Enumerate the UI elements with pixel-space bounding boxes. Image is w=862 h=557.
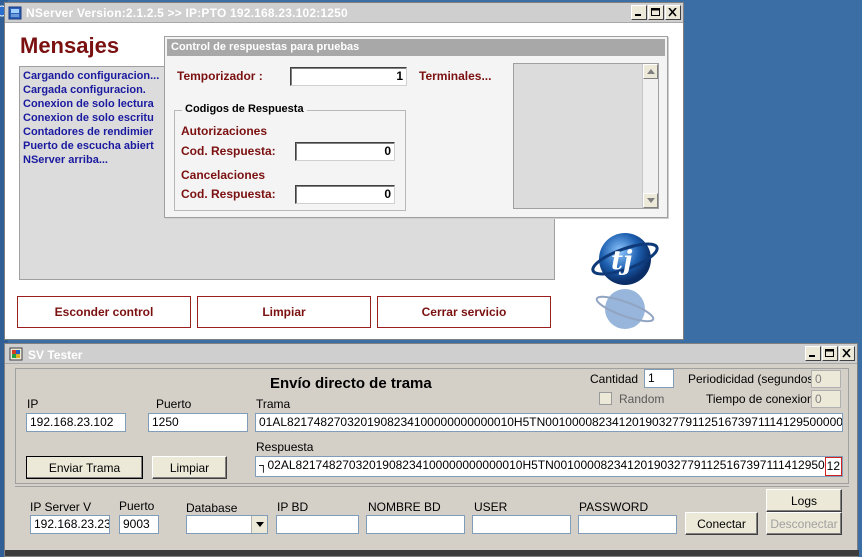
nombrebd-label: NOMBRE BD	[368, 500, 441, 514]
close-service-button[interactable]: Cerrar servicio	[377, 296, 551, 328]
cantidad-input[interactable]: 1	[644, 369, 674, 388]
close-icon	[668, 8, 677, 17]
close-icon	[842, 349, 851, 358]
minimize-icon	[635, 14, 641, 16]
arrow-up-icon	[647, 69, 655, 74]
port-label: Puerto	[156, 397, 192, 411]
ipserver-label: IP Server V	[30, 500, 92, 514]
random-checkbox[interactable]	[599, 392, 612, 405]
auth-code-label: Cod. Respuesta:	[181, 144, 276, 158]
arrow-down-icon	[647, 198, 655, 203]
minimize-button[interactable]	[631, 5, 647, 20]
periodicidad-label: Periodicidad (segundos)	[688, 372, 818, 386]
random-label: Random	[619, 392, 665, 406]
svg-text:tj: tj	[611, 246, 633, 276]
password-label: PASSWORD	[579, 500, 649, 514]
ipbd-input[interactable]	[276, 515, 359, 534]
close-button[interactable]	[665, 5, 681, 20]
send-frame-button[interactable]: Enviar Trama	[26, 456, 143, 479]
dropdown-button[interactable]	[251, 516, 267, 533]
cancellations-label: Cancelaciones	[181, 168, 266, 182]
timer-label: Temporizador :	[177, 69, 263, 83]
terminals-link[interactable]: Terminales...	[419, 69, 491, 83]
list-item: Cargada configuracion.	[23, 84, 146, 96]
sv-tester-titlebar[interactable]: SV Tester	[5, 344, 857, 364]
respuesta-label: Respuesta	[256, 440, 314, 454]
list-item: Contadores de rendimier	[23, 126, 154, 138]
chevron-down-icon	[256, 522, 264, 527]
cancel-code-input[interactable]: 0	[295, 185, 395, 204]
clear-frame-button[interactable]: Limpiar	[152, 456, 227, 479]
logs-button[interactable]: Logs	[766, 489, 842, 512]
ipserver-input[interactable]: 192.168.23.23	[30, 515, 110, 534]
list-item: Puerto de escucha abiert	[23, 140, 154, 152]
respuesta-text: ┐02AL8217482703201908234100000000000010H…	[259, 458, 843, 472]
hide-control-button[interactable]: Esconder control	[17, 296, 191, 328]
password-input[interactable]	[578, 515, 677, 534]
section-title: Envío directo de trama	[270, 375, 432, 392]
messages-heading: Mensajes	[20, 33, 120, 58]
respuesta-tail: 12	[824, 457, 842, 476]
list-item: NServer arriba...	[23, 154, 108, 166]
taskbar-edge	[5, 550, 859, 556]
nserver-titlebar[interactable]: NServer Version:2.1.2.5 >> IP:PTO 192.16…	[5, 3, 683, 23]
minimize-icon	[809, 355, 815, 357]
scroll-down-button[interactable]	[643, 193, 658, 208]
connect-button[interactable]: Conectar	[685, 512, 758, 535]
user-label: USER	[474, 500, 508, 514]
user-input[interactable]	[472, 515, 571, 534]
globe-logo-icon: tj	[591, 233, 659, 329]
port-input[interactable]: 1250	[148, 413, 248, 432]
terminals-list[interactable]	[513, 63, 659, 209]
cancel-code-label: Cod. Respuesta:	[181, 187, 276, 201]
test-response-panel: Control de respuestas para pruebas Tempo…	[164, 36, 668, 218]
tiempo-conexion-label: Tiempo de conexion	[706, 392, 814, 406]
app-icon	[9, 347, 23, 361]
maximize-button[interactable]	[822, 346, 838, 361]
trama-input[interactable]: 01AL8217482703201908234100000000000010H5…	[255, 413, 843, 432]
tiempo-conexion-input[interactable]: 0	[811, 390, 841, 408]
nombrebd-input[interactable]	[366, 515, 465, 534]
window-title: SV Tester	[28, 348, 83, 362]
panel-title: Control de respuestas para pruebas	[171, 41, 360, 53]
trama-label: Trama	[256, 397, 291, 411]
ip-label: IP	[27, 397, 39, 411]
sv-tester-window: SV Tester Envío directo de trama Cantida…	[4, 343, 859, 557]
authorizations-label: Autorizaciones	[181, 124, 268, 138]
close-button[interactable]	[839, 346, 855, 361]
database-label: Database	[186, 501, 238, 515]
database-select[interactable]	[186, 515, 268, 534]
nserver-window: NServer Version:2.1.2.5 >> IP:PTO 192.16…	[4, 2, 684, 340]
auth-code-input[interactable]: 0	[295, 142, 395, 161]
ip-input[interactable]: 192.168.23.102	[26, 413, 126, 432]
ipbd-label: IP BD	[277, 500, 309, 514]
maximize-button[interactable]	[648, 5, 664, 20]
list-item: Cargando configuracion...	[23, 70, 160, 82]
list-item: Conexion de solo escritu	[23, 112, 154, 124]
scroll-up-button[interactable]	[643, 64, 658, 79]
minimize-button[interactable]	[805, 346, 821, 361]
terminals-scrollbar[interactable]	[642, 64, 658, 208]
app-icon	[8, 6, 22, 20]
respuesta-output[interactable]: ┐02AL8217482703201908234100000000000010H…	[255, 456, 843, 477]
maximize-icon	[825, 349, 834, 357]
disconnect-button[interactable]: Desconectar	[766, 512, 842, 535]
maximize-icon	[651, 8, 660, 16]
port2-input[interactable]: 9003	[119, 515, 159, 534]
cantidad-label: Cantidad	[590, 372, 639, 386]
list-item: Conexion de solo lectura	[23, 98, 154, 110]
panel-header: Control de respuestas para pruebas	[167, 39, 665, 56]
window-title: NServer Version:2.1.2.5 >> IP:PTO 192.16…	[26, 6, 348, 20]
clear-messages-button[interactable]: Limpiar	[197, 296, 371, 328]
response-codes-title: Codigos de Respuesta	[182, 103, 307, 115]
periodicidad-input[interactable]: 0	[811, 370, 841, 388]
port2-label: Puerto	[119, 499, 155, 513]
timer-input[interactable]: 1	[290, 67, 407, 86]
